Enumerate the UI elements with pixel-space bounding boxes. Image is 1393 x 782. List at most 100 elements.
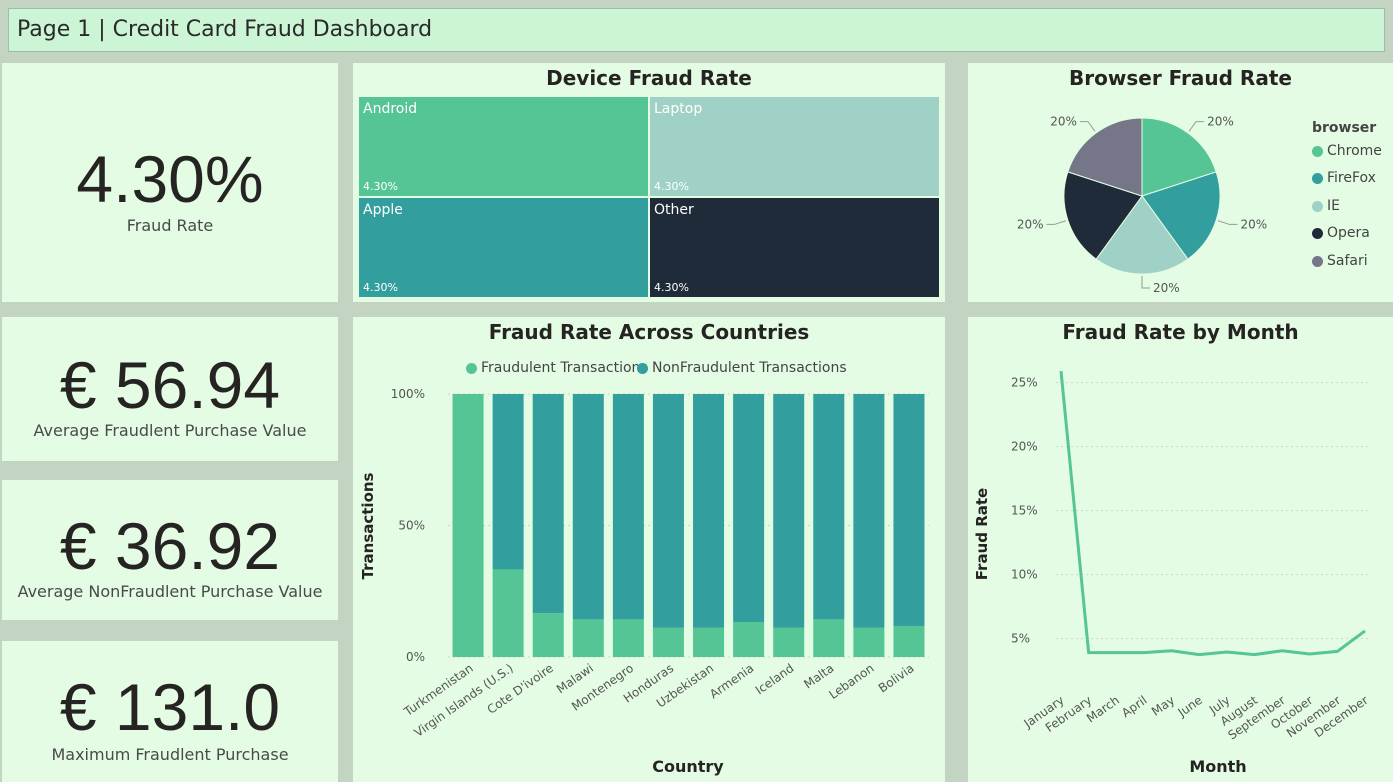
legend-label: Safari <box>1327 253 1368 269</box>
browser-fraud-rate-chart[interactable]: Browser Fraud Rate 20% 20% 20% 20% 20% brows… <box>968 63 1393 302</box>
bar-segment-fraudulent[interactable] <box>452 394 484 657</box>
card-fraud-rate[interactable]: 4.30% Fraud Rate <box>2 63 338 302</box>
bar-segment-fraudulent[interactable] <box>853 627 885 657</box>
fraud-rate-countries-chart[interactable]: Fraud Rate Across Countries Fraudulent T… <box>353 317 945 782</box>
pie-leader-line <box>1188 121 1205 132</box>
treemap-tile-laptop[interactable]: Laptop 4.30% <box>649 96 940 197</box>
card-max-fraud-purchase[interactable]: € 131.0 Maximum Fraudlent Purchase <box>2 641 338 782</box>
x-tick-label: Iceland <box>753 661 797 697</box>
legend-swatch <box>1312 200 1323 212</box>
device-fraud-rate-chart[interactable]: Device Fraud Rate Android 4.30% Laptop 4… <box>353 63 945 302</box>
bar-segment-fraudulent[interactable] <box>492 569 524 657</box>
bar-segment-nonfraudulent[interactable] <box>612 394 644 620</box>
bar-segment-fraudulent[interactable] <box>652 627 684 657</box>
legend-item-opera[interactable]: Opera <box>1312 225 1370 241</box>
tile-value: 4.30% <box>363 180 398 193</box>
bar-segment-nonfraudulent[interactable] <box>492 394 524 570</box>
pie-data-label: 20% <box>1240 217 1267 231</box>
legend-title: browser <box>1312 120 1377 136</box>
treemap-area: Android 4.30% Laptop 4.30% Apple 4.30% O… <box>358 96 940 298</box>
pie-leader-line <box>1217 220 1238 225</box>
card-value: 4.30% <box>76 142 264 216</box>
x-axis-label: Month <box>1189 757 1246 776</box>
y-tick-label: 0% <box>406 650 425 664</box>
fraud-rate-month-chart[interactable]: Fraud Rate by Month Fraud Rate Month 5% 1… <box>968 317 1393 782</box>
pie-data-label: 20% <box>1153 281 1180 295</box>
bar-segment-fraudulent[interactable] <box>612 619 644 657</box>
legend-swatch <box>1312 255 1323 267</box>
legend-item-firefox[interactable]: FireFox <box>1312 170 1376 186</box>
card-avg-nonfraud-purchase[interactable]: € 36.92 Average NonFraudlent Purchase Va… <box>2 480 338 620</box>
bar-segment-nonfraudulent[interactable] <box>693 394 725 628</box>
card-label: Average Fraudlent Purchase Value <box>33 421 307 440</box>
pie-leader-line <box>1046 220 1067 225</box>
card-avg-fraud-purchase[interactable]: € 56.94 Average Fraudlent Purchase Value <box>2 317 338 461</box>
legend-swatch <box>1312 172 1323 184</box>
pie-data-label: 20% <box>1207 115 1234 129</box>
bar-segment-nonfraudulent[interactable] <box>532 394 564 614</box>
legend-item-ie[interactable]: IE <box>1312 198 1340 214</box>
legend-label: Chrome <box>1327 143 1382 159</box>
bar-segment-fraudulent[interactable] <box>893 625 925 657</box>
card-value: € 131.0 <box>59 670 281 744</box>
bar-segment-nonfraudulent[interactable] <box>813 394 845 620</box>
x-tick-label: April <box>1119 693 1150 720</box>
page-title: Page 1 | Credit Card Fraud Dashboard <box>17 17 433 42</box>
pie-leader-line <box>1079 121 1096 132</box>
y-tick-label: 10% <box>1011 568 1038 582</box>
y-tick-label: 25% <box>1011 376 1038 390</box>
y-tick-label: 50% <box>398 519 425 533</box>
legend-swatch <box>1312 227 1323 239</box>
legend-label: IE <box>1327 198 1340 214</box>
card-value: € 56.94 <box>59 348 281 422</box>
y-tick-label: 100% <box>391 387 425 401</box>
bar-segment-fraudulent[interactable] <box>693 627 725 657</box>
x-tick-label: Lebanon <box>826 661 876 702</box>
x-tick-label: Armenia <box>707 661 756 701</box>
bar-segment-fraudulent[interactable] <box>532 613 564 657</box>
legend-item-safari[interactable]: Safari <box>1312 253 1368 269</box>
treemap-tile-android[interactable]: Android 4.30% <box>358 96 649 197</box>
treemap-tile-other[interactable]: Other 4.30% <box>649 197 940 298</box>
bar-segment-fraudulent[interactable] <box>572 619 604 657</box>
bar-segment-fraudulent[interactable] <box>733 622 765 657</box>
tile-label: Other <box>654 202 694 218</box>
y-axis-label: Transactions <box>359 472 377 579</box>
pie-leader-line <box>1141 276 1150 289</box>
tile-value: 4.30% <box>654 180 689 193</box>
tile-label: Android <box>363 101 418 117</box>
y-tick-label: 15% <box>1011 504 1038 518</box>
bar-segment-fraudulent[interactable] <box>773 627 805 657</box>
card-label: Fraud Rate <box>126 216 214 235</box>
x-axis-label: Country <box>652 757 724 776</box>
legend-item-chrome[interactable]: Chrome <box>1312 143 1382 159</box>
tile-value: 4.30% <box>363 281 398 294</box>
card-label: Maximum Fraudlent Purchase <box>51 745 289 764</box>
y-axis-label: Fraud Rate <box>973 488 991 580</box>
card-label: Average NonFraudlent Purchase Value <box>17 582 323 601</box>
legend-swatch <box>1312 145 1323 157</box>
bar-segment-nonfraudulent[interactable] <box>652 394 684 628</box>
bar-segment-nonfraudulent[interactable] <box>773 394 805 628</box>
tile-label: Laptop <box>654 101 703 117</box>
bar-segment-nonfraudulent[interactable] <box>572 394 604 620</box>
bar-segment-nonfraudulent[interactable] <box>853 394 885 628</box>
legend-label: FireFox <box>1327 170 1376 186</box>
bar-segment-nonfraudulent[interactable] <box>893 394 925 626</box>
pie-chart-svg: 20% 20% 20% 20% 20% <box>1017 115 1267 295</box>
line-series[interactable] <box>1059 370 1366 657</box>
card-value: € 36.92 <box>59 509 281 583</box>
tile-value: 4.30% <box>654 281 689 294</box>
bar-chart-svg: Transactions Country 0%50%100%Turkmenist… <box>359 387 929 776</box>
x-tick-label: Bolivia <box>876 661 917 695</box>
pie-data-label: 20% <box>1050 115 1077 129</box>
line-chart-svg: Fraud Rate Month 5%10%15%20%25%JanuaryFe… <box>973 370 1371 776</box>
x-tick-label: May <box>1149 693 1177 719</box>
y-tick-label: 20% <box>1011 440 1038 454</box>
treemap-tile-apple[interactable]: Apple 4.30% <box>358 197 649 298</box>
tile-label: Apple <box>363 202 403 218</box>
bar-segment-nonfraudulent[interactable] <box>733 394 765 623</box>
bar-segment-fraudulent[interactable] <box>813 619 845 657</box>
header-bar: Page 1 | Credit Card Fraud Dashboard <box>0 0 1393 60</box>
pie-data-label: 20% <box>1017 217 1044 231</box>
